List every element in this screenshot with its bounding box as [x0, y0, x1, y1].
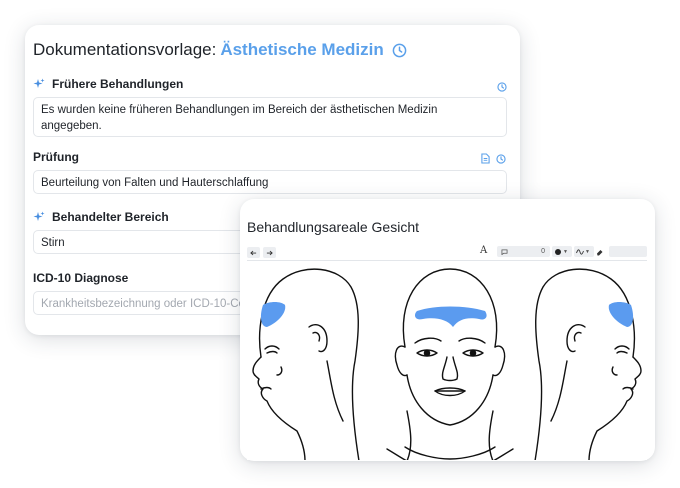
section-label: Prüfung	[33, 150, 79, 164]
eraser-tool[interactable]	[596, 246, 606, 257]
chevron-down-icon: ▼	[563, 248, 568, 255]
section-treated-area: Behandelter Bereich	[33, 210, 169, 224]
history-clock-icon[interactable]	[496, 151, 506, 169]
section-label: ICD-10 Diagnose	[33, 271, 129, 285]
drawing-toolbar: A 0 ▼ ▼	[247, 245, 647, 259]
section-label: Behandelter Bereich	[52, 210, 169, 224]
arrow-left-icon[interactable]	[247, 247, 260, 258]
template-title: Dokumentationsvorlage: Ästhetische Mediz…	[33, 40, 407, 60]
text-tool-button[interactable]: A	[480, 245, 487, 256]
toolbar-extra-field[interactable]	[609, 246, 647, 257]
section-previous-treatments: Frühere Behandlungen	[33, 77, 183, 91]
stroke-picker[interactable]: ▼	[574, 246, 594, 257]
field-value: Es wurden keine früheren Behandlungen im…	[41, 104, 438, 132]
comment-tool[interactable]: 0	[497, 246, 550, 257]
drawing-title: Behandlungsareale Gesicht	[247, 219, 420, 235]
field-value: Beurteilung von Falten und Hauterschlaff…	[41, 177, 269, 189]
chevron-down-icon: ▼	[585, 248, 590, 255]
field-placeholder: Krankheitsbezeichnung oder ICD-10-Code	[41, 298, 258, 310]
face-drawing-canvas[interactable]	[247, 260, 647, 460]
document-icon[interactable]	[481, 151, 490, 169]
color-picker[interactable]: ▼	[552, 246, 572, 257]
squiggle-icon	[576, 248, 584, 255]
arrow-right-icon[interactable]	[263, 247, 276, 258]
face-profile-right	[534, 268, 642, 460]
section-icd10-diagnosis: ICD-10 Diagnose	[33, 271, 128, 285]
face-front	[386, 268, 514, 460]
face-profile-left	[252, 268, 360, 460]
template-title-prefix: Dokumentationsvorlage:	[33, 40, 217, 59]
face-treatment-areas-card: Behandlungsareale Gesicht A 0 ▼ ▼	[240, 199, 655, 461]
template-title-accent[interactable]: Ästhetische Medizin	[220, 40, 383, 60]
section-label: Frühere Behandlungen	[52, 77, 184, 91]
section-examination: Prüfung	[33, 150, 79, 164]
forehead-highlight-right[interactable]	[608, 302, 634, 327]
forehead-highlight-left[interactable]	[260, 302, 286, 327]
ai-sparkle-icon	[33, 211, 45, 223]
ai-sparkle-icon	[33, 78, 45, 90]
history-clock-icon[interactable]	[497, 79, 507, 97]
field-value: Stirn	[41, 237, 65, 249]
comment-count: 0	[541, 248, 545, 255]
comment-icon	[501, 248, 508, 255]
forehead-highlight-front[interactable]	[415, 306, 487, 328]
previous-treatments-field[interactable]: Es wurden keine früheren Behandlungen im…	[33, 97, 507, 137]
history-clock-icon[interactable]	[392, 43, 407, 58]
examination-field[interactable]: Beurteilung von Falten und Hauterschlaff…	[33, 170, 507, 194]
color-dot-icon	[555, 248, 561, 255]
eraser-icon	[597, 249, 603, 255]
